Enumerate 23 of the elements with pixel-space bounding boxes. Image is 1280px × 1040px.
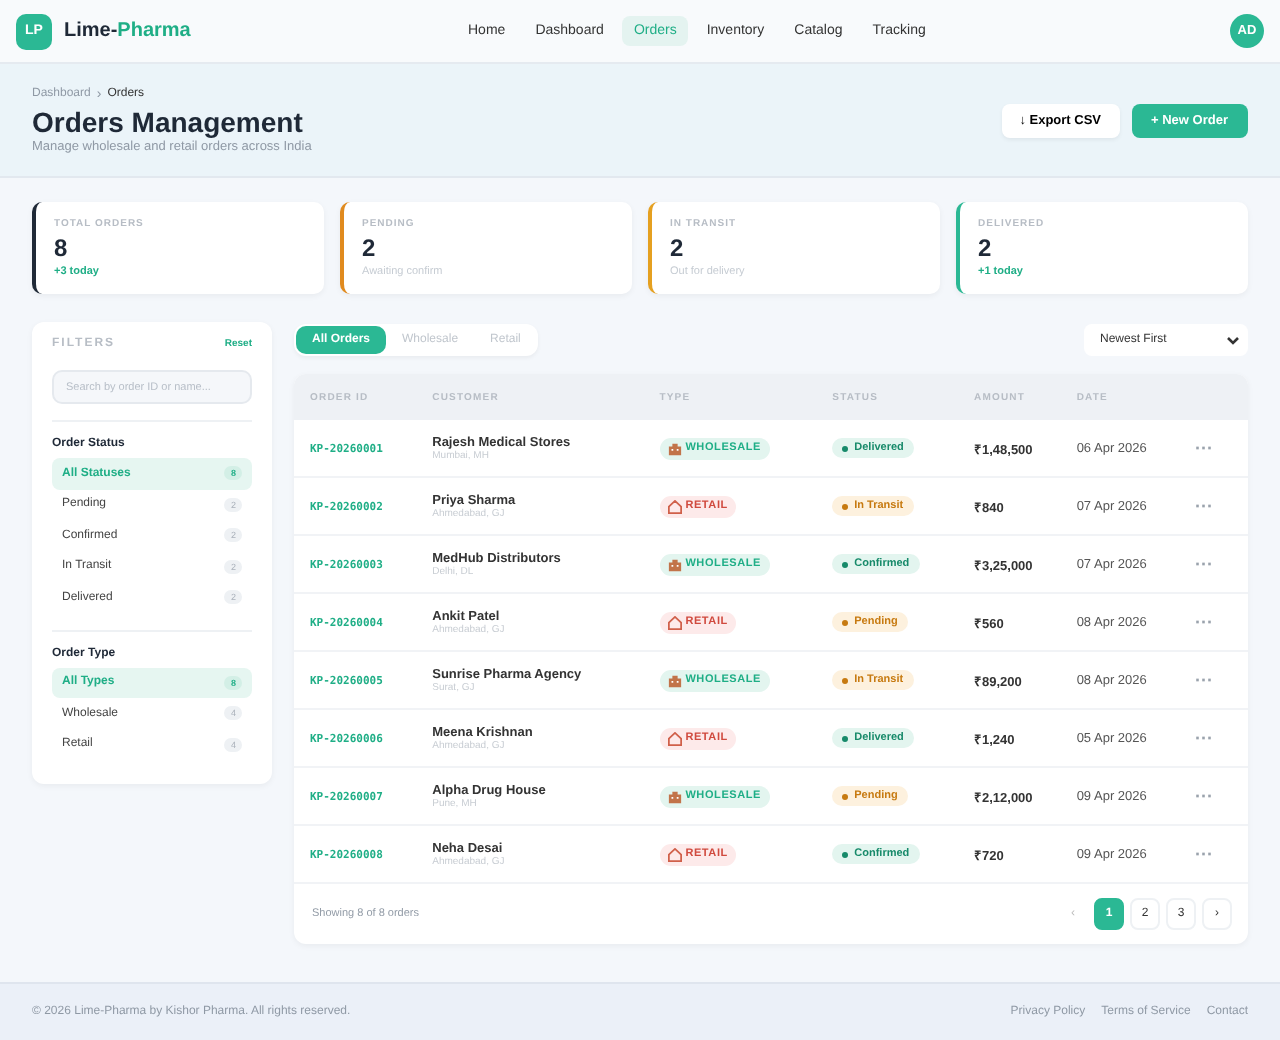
more-actions-button[interactable]: ··· xyxy=(1195,496,1230,516)
stat-value: 8 xyxy=(54,234,70,262)
stat-value: 2 xyxy=(670,234,686,262)
more-actions-button[interactable]: ··· xyxy=(1195,554,1230,574)
page-title: Orders Management xyxy=(32,105,305,137)
house-icon xyxy=(667,499,682,513)
building-icon xyxy=(667,441,682,455)
more-actions-button[interactable]: ··· xyxy=(1195,438,1230,458)
building-icon xyxy=(667,673,682,687)
more-actions-button[interactable]: ··· xyxy=(1195,728,1230,748)
more-actions-button[interactable]: ··· xyxy=(1195,670,1230,690)
chevron-down-icon xyxy=(1226,335,1240,345)
stat-value: 2 xyxy=(978,234,994,262)
building-icon xyxy=(667,789,682,803)
house-icon xyxy=(667,615,682,629)
house-icon xyxy=(667,731,682,745)
building-icon xyxy=(667,557,682,571)
more-actions-button[interactable]: ··· xyxy=(1195,844,1230,864)
more-actions-button[interactable]: ··· xyxy=(1195,786,1230,806)
more-actions-button[interactable]: ··· xyxy=(1195,612,1230,632)
brand-name: Lime-Pharma xyxy=(64,20,191,42)
stat-value: 2 xyxy=(362,234,378,262)
house-icon xyxy=(667,847,682,861)
